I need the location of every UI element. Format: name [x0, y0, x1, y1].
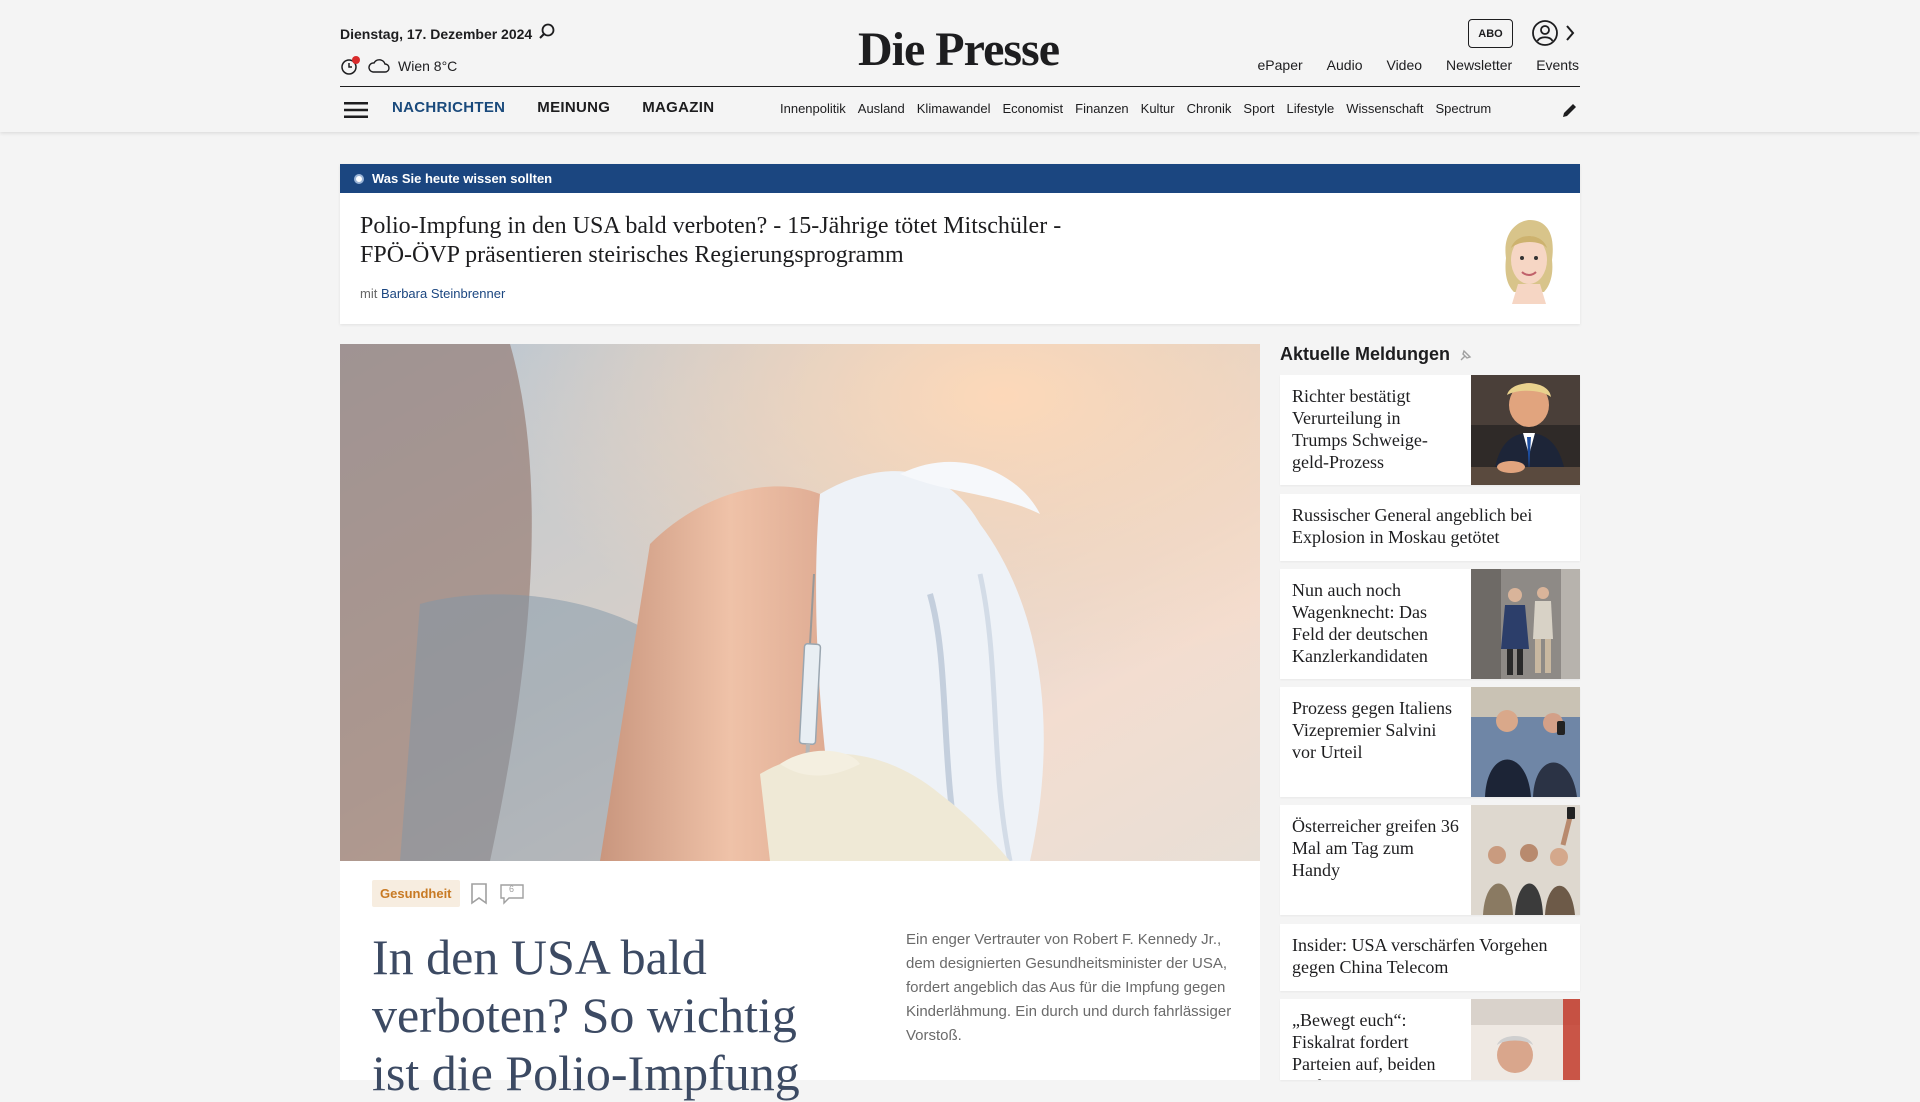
news-item[interactable]: Österreicher greifen 36 Mal am Tag zum H… [1280, 805, 1580, 915]
live-dot-icon [354, 173, 364, 184]
pencil-icon[interactable] [1561, 101, 1579, 119]
subnav-kultur[interactable]: Kultur [1141, 101, 1175, 116]
category-tag[interactable]: Gesundheit [372, 880, 460, 907]
weather-widget[interactable]: Wien 8°C [340, 56, 457, 76]
top-link-video[interactable]: Video [1386, 57, 1422, 73]
article-image-vaccination[interactable] [340, 344, 1260, 861]
banner-header: Was Sie heute wissen sollten [340, 164, 1580, 193]
chevron-right-icon[interactable] [1564, 24, 1576, 42]
weather-text: Wien 8°C [398, 58, 458, 74]
comment-count: 6 [509, 883, 515, 894]
nav-nachrichten[interactable]: NACHRICHTEN [392, 99, 505, 116]
author-prefix: mit [360, 286, 378, 301]
menu-icon[interactable] [344, 101, 368, 119]
news-thumb-trump[interactable] [1471, 375, 1580, 485]
clock-notification-icon[interactable] [340, 56, 360, 76]
news-item-title[interactable]: Richter bestätigt Verurteilung in Trumps… [1280, 375, 1471, 485]
sidebar-title-text: Aktuelle Meldungen [1280, 344, 1451, 364]
subnav-ausland[interactable]: Ausland [858, 101, 905, 116]
bookmark-icon[interactable] [468, 882, 490, 906]
news-item-title[interactable]: „Bewegt euch“: Fiskalrat fordert Parteie… [1280, 999, 1471, 1080]
search-icon[interactable] [538, 23, 556, 41]
subnav-klimawandel[interactable]: Klimawandel [917, 101, 991, 116]
article-meta: Gesundheit 6 [372, 880, 526, 907]
news-item-title[interactable]: Prozess gegen Italiens Vizepremier Salvi… [1280, 687, 1471, 797]
top-link-audio[interactable]: Audio [1327, 57, 1363, 73]
news-item-title[interactable]: Insider: USA verschärfen Vorgehen gegen … [1280, 924, 1580, 991]
subnav-wissenschaft[interactable]: Wissenschaft [1346, 101, 1423, 116]
news-item-title[interactable]: Österreicher greifen 36 Mal am Tag zum H… [1280, 805, 1471, 915]
user-account-icon[interactable] [1531, 19, 1559, 47]
top-link-epaper[interactable]: ePaper [1258, 57, 1303, 73]
news-item[interactable]: „Bewegt euch“: Fiskalrat fordert Parteie… [1280, 999, 1580, 1080]
main-nav: NACHRICHTEN MEINUNG MAGAZIN [392, 99, 714, 116]
subnav-finanzen[interactable]: Finanzen [1075, 101, 1128, 116]
sidebar-title: Aktuelle Meldungen [1280, 344, 1474, 365]
author-illustration [1505, 220, 1553, 304]
subnav-lifestyle[interactable]: Lifestyle [1287, 101, 1335, 116]
top-link-newsletter[interactable]: Newsletter [1446, 57, 1512, 73]
comments-badge[interactable]: 6 [498, 882, 526, 906]
article-teaser[interactable]: Ein enger Vertrauter von Robert F. Kenne… [906, 928, 1246, 1048]
article-headline[interactable]: In den USA bald verboten? So wichtig ist… [372, 928, 852, 1102]
cloud-icon [368, 59, 390, 73]
lead-article[interactable]: Gesundheit 6 In den USA bald verboten? S… [340, 344, 1260, 1101]
briefing-banner[interactable]: Was Sie heute wissen sollten Polio-Impfu… [340, 164, 1580, 324]
news-item-title[interactable]: Russischer General angeblich bei Explosi… [1280, 494, 1580, 561]
subnav-sport[interactable]: Sport [1243, 101, 1274, 116]
subnav-spectrum[interactable]: Spectrum [1436, 101, 1492, 116]
banner-author: mit Barbara Steinbrenner [360, 286, 505, 301]
banner-label: Was Sie heute wissen sollten [372, 171, 553, 186]
site-logo[interactable]: Die Presse [858, 22, 1060, 77]
news-thumb-fiskalrat[interactable] [1471, 999, 1580, 1080]
site-header: Dienstag, 17. Dezember 2024 Wien 8°C Die… [0, 0, 1920, 132]
banner-title[interactable]: Polio-Impfung in den USA bald verboten? … [360, 212, 1100, 270]
news-item[interactable]: Insider: USA verschärfen Vorgehen gegen … [1280, 924, 1580, 991]
top-link-events[interactable]: Events [1536, 57, 1579, 73]
news-item-title[interactable]: Nun auch noch Wagenknecht: Das Feld der … [1280, 569, 1471, 679]
header-date: Dienstag, 17. Dezember 2024 [340, 26, 533, 42]
news-thumb-wagenknecht[interactable] [1471, 569, 1580, 679]
news-item[interactable]: Nun auch noch Wagenknecht: Das Feld der … [1280, 569, 1580, 679]
author-link[interactable]: Barbara Steinbrenner [381, 286, 505, 301]
sub-nav: Innenpolitik Ausland Klimawandel Economi… [780, 101, 1545, 116]
news-item[interactable]: Russischer General angeblich bei Explosi… [1280, 494, 1580, 561]
subnav-innenpolitik[interactable]: Innenpolitik [780, 101, 846, 116]
news-item[interactable]: Prozess gegen Italiens Vizepremier Salvi… [1280, 687, 1580, 797]
abo-button[interactable]: ABO [1468, 19, 1513, 48]
live-pin-icon [1460, 349, 1472, 360]
news-thumb-salvini[interactable] [1471, 687, 1580, 797]
subnav-economist[interactable]: Economist [1002, 101, 1063, 116]
news-thumb-handy[interactable] [1471, 805, 1580, 915]
subnav-chronik[interactable]: Chronik [1187, 101, 1232, 116]
news-item[interactable]: Richter bestätigt Verurteilung in Trumps… [1280, 375, 1580, 485]
top-links: ePaper Audio Video Newsletter Events [1258, 57, 1579, 73]
header-divider [340, 86, 1580, 87]
nav-meinung[interactable]: MEINUNG [537, 99, 610, 116]
nav-magazin[interactable]: MAGAZIN [642, 99, 714, 116]
